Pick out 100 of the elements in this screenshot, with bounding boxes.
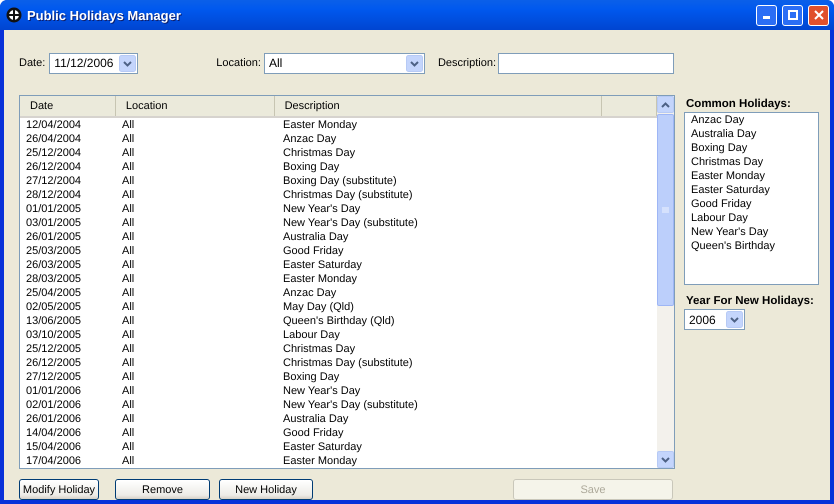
table-cell-text: Easter Monday (282, 273, 358, 285)
table-cell-text: Christmas Day (282, 147, 356, 159)
table-cell-text: All (121, 371, 136, 383)
table-cell-text: 17/04/2006 (25, 455, 82, 467)
action-button[interactable]: Modify Holiday (19, 479, 99, 500)
list-item[interactable]: Good Friday (691, 198, 818, 212)
table-cell-text: Boxing Day (substitute) (282, 175, 398, 187)
action-button[interactable]: New Holiday (219, 479, 313, 500)
table-cell-text: All (121, 119, 136, 131)
table-cell-text: Anzac Day (282, 287, 338, 299)
table-cell-text: 26/12/2005 (25, 357, 82, 369)
table-cell-text: New Year's Day (substitute) (282, 399, 419, 411)
table-cell-text: Boxing Day (282, 161, 340, 173)
table-cell-text: Good Friday (282, 245, 345, 257)
table-cell-text: New Year's Day (282, 385, 362, 397)
table-cell-text: 25/12/2004 (25, 147, 82, 159)
maximize-button[interactable] (782, 4, 803, 26)
table-cell-text: Australia Day (282, 231, 350, 243)
scroll-up-button[interactable] (657, 96, 674, 113)
scroll-down-button[interactable] (657, 451, 674, 468)
scrollbar[interactable] (657, 96, 674, 468)
year-label: Year For New Holidays: (686, 295, 815, 307)
table-cell-text: 13/06/2005 (25, 315, 82, 327)
table-cell-text: 26/01/2006 (25, 413, 82, 425)
table-cell-text: All (121, 175, 136, 187)
common-holidays-label: Common Holidays: (686, 98, 792, 110)
table-cell-text: All (121, 287, 136, 299)
action-button[interactable]: Remove (115, 479, 210, 500)
list-item[interactable]: New Year's Day (691, 226, 818, 240)
list-item[interactable]: Easter Monday (691, 170, 818, 184)
table-cell-text: Anzac Day (282, 133, 338, 145)
table-cell-text: Christmas Day (282, 343, 356, 355)
table-cell-text: All (121, 441, 136, 453)
table-cell-text: 01/01/2005 (25, 203, 82, 215)
table-cell-text: Queen's Birthday (Qld) (282, 315, 396, 327)
table-cell-text: Australia Day (282, 413, 350, 425)
table-cell-text: All (121, 357, 136, 369)
table-cell-text: Good Friday (282, 427, 345, 439)
table-cell-text: 12/04/2004 (25, 119, 82, 131)
table-cell-text: All (121, 385, 136, 397)
table-cell-text: 26/04/2004 (25, 133, 82, 145)
close-icon (814, 10, 824, 20)
table-cell-text: All (121, 343, 136, 355)
table-cell-text: All (121, 329, 136, 341)
date-label: Date: (19, 57, 46, 69)
list-item[interactable]: Anzac Day (691, 114, 818, 128)
table-cell-text: 02/01/2006 (25, 399, 82, 411)
list-item[interactable]: Labour Day (691, 212, 818, 226)
year-dropdown[interactable]: 2006 (684, 309, 745, 330)
scroll-thumb[interactable] (657, 114, 674, 306)
table-cell-text: 27/12/2005 (25, 371, 82, 383)
list-item[interactable]: Easter Saturday (691, 184, 818, 198)
table-cell-text: All (121, 245, 136, 257)
column-header[interactable]: Location (116, 96, 275, 116)
table-cell-text: Easter Monday (282, 455, 358, 467)
column-header[interactable]: Date (20, 96, 116, 116)
table-cell-text: All (121, 161, 136, 173)
table-cell-text: All (121, 413, 136, 425)
table-cell-text: 03/10/2005 (25, 329, 82, 341)
table-cell-text: Boxing Day (282, 371, 340, 383)
table-cell-text: Labour Day (282, 329, 341, 341)
table-cell-text: 14/04/2006 (25, 427, 82, 439)
description-field[interactable] (498, 52, 674, 74)
table-cell-text: All (121, 399, 136, 411)
table-cell-text: All (121, 259, 136, 271)
date-picker[interactable]: 11/12/2006 (49, 52, 138, 74)
table-cell-text: All (121, 301, 136, 313)
table-cell-text: All (121, 231, 136, 243)
window-title: Public Holidays Manager (27, 8, 182, 22)
table-cell-text: All (121, 147, 136, 159)
location-dropdown[interactable]: All (264, 52, 425, 74)
table-cell-text: Easter Saturday (282, 441, 363, 453)
chevron-up-icon (661, 102, 670, 108)
description-label: Description: (438, 57, 496, 69)
table-cell-text: 01/01/2006 (25, 385, 82, 397)
list-item[interactable]: Christmas Day (691, 156, 818, 170)
list-item[interactable]: Queen's Birthday (691, 240, 818, 254)
column-header[interactable]: Description (274, 96, 602, 116)
table-cell-text: Easter Saturday (282, 259, 363, 271)
app-icon (6, 7, 22, 23)
table-cell-text: All (121, 133, 136, 145)
table-cell-text: All (121, 189, 136, 201)
table-cell-text: Christmas Day (substitute) (282, 357, 414, 369)
table-cell-text: May Day (Qld) (282, 301, 355, 313)
close-button[interactable] (808, 4, 829, 26)
table-cell-text: 27/12/2004 (25, 175, 82, 187)
table-cell-text: New Year's Day (substitute) (282, 217, 419, 229)
chevron-down-icon (661, 456, 670, 462)
table-cell-text: 26/03/2005 (25, 259, 82, 271)
list-item[interactable]: Australia Day (691, 128, 818, 142)
list-item[interactable]: Boxing Day (691, 142, 818, 156)
table-cell-text: 26/01/2005 (25, 231, 82, 243)
table-cell-text: 15/04/2006 (25, 441, 82, 453)
table-cell-text: All (121, 315, 136, 327)
table-cell-text: New Year's Day (282, 203, 362, 215)
minimize-button[interactable] (756, 4, 777, 26)
table-cell-text: 25/12/2005 (25, 343, 82, 355)
table-cell-text: Christmas Day (substitute) (282, 189, 414, 201)
table-cell-text: 25/03/2005 (25, 245, 82, 257)
table-cell-text: 02/05/2005 (25, 301, 82, 313)
